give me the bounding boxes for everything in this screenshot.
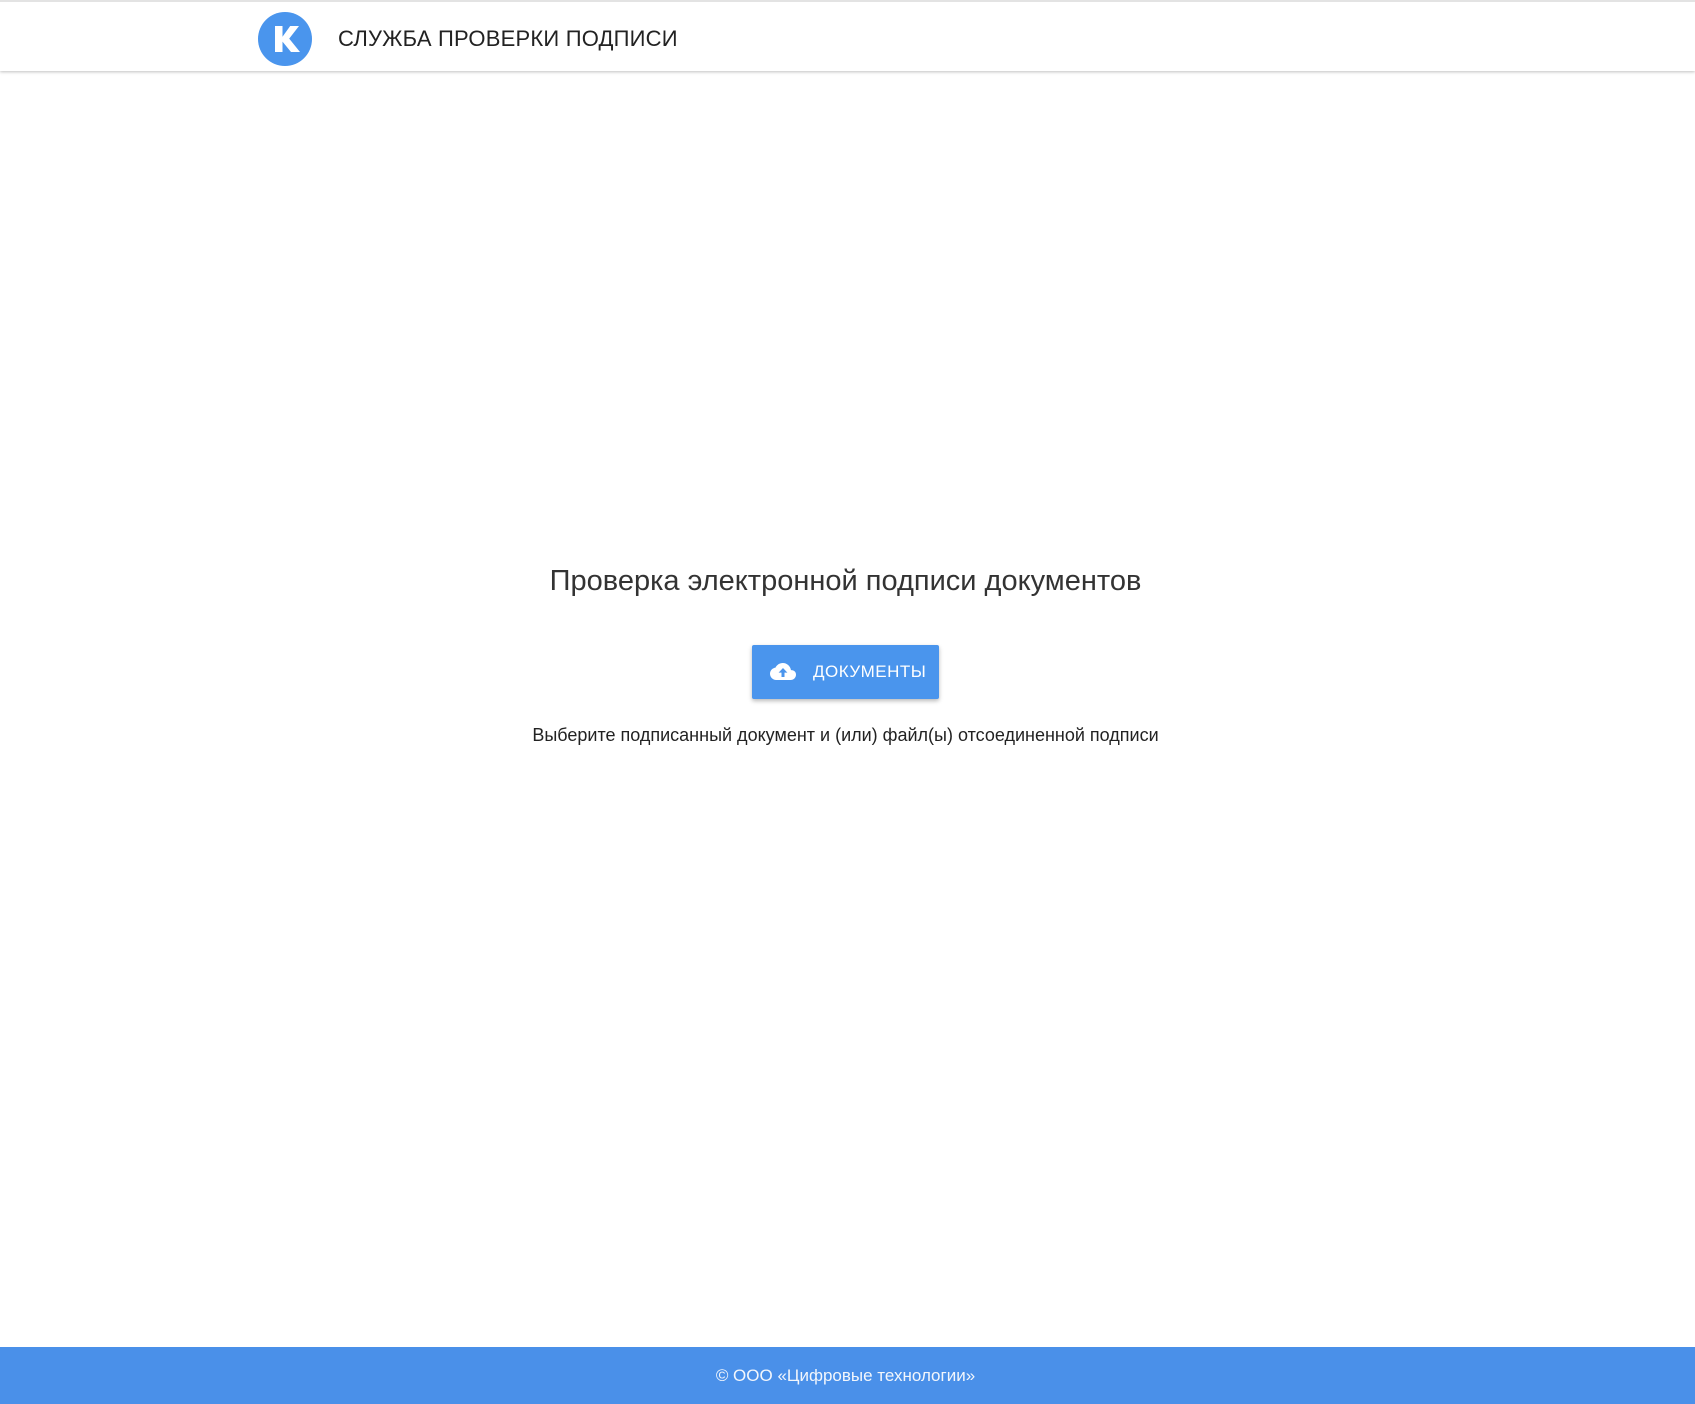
main-content: Проверка электронной подписи документов … [0, 71, 1695, 1347]
k-logo-graphic [258, 12, 312, 66]
upload-hint-text: Выберите подписанный документ и (или) фа… [532, 725, 1159, 745]
app-window: СЛУЖБА ПРОВЕРКИ ПОДПИСИ Проверка электро… [0, 0, 1695, 1404]
top-app-bar: СЛУЖБА ПРОВЕРКИ ПОДПИСИ [0, 0, 1695, 71]
upload-documents-label: ДОКУМЕНТЫ [813, 662, 927, 681]
upload-documents-button[interactable]: ДОКУМЕНТЫ [752, 645, 939, 699]
cloud-upload-icon [770, 663, 796, 680]
page-title: Проверка электронной подписи документов [549, 565, 1142, 597]
footer-copyright: © ООО «Цифровые технологии» [715, 1365, 976, 1385]
footer: © ООО «Цифровые технологии» [0, 1347, 1695, 1404]
k-logo-icon[interactable] [258, 12, 312, 66]
app-title: СЛУЖБА ПРОВЕРКИ ПОДПИСИ [338, 26, 678, 51]
